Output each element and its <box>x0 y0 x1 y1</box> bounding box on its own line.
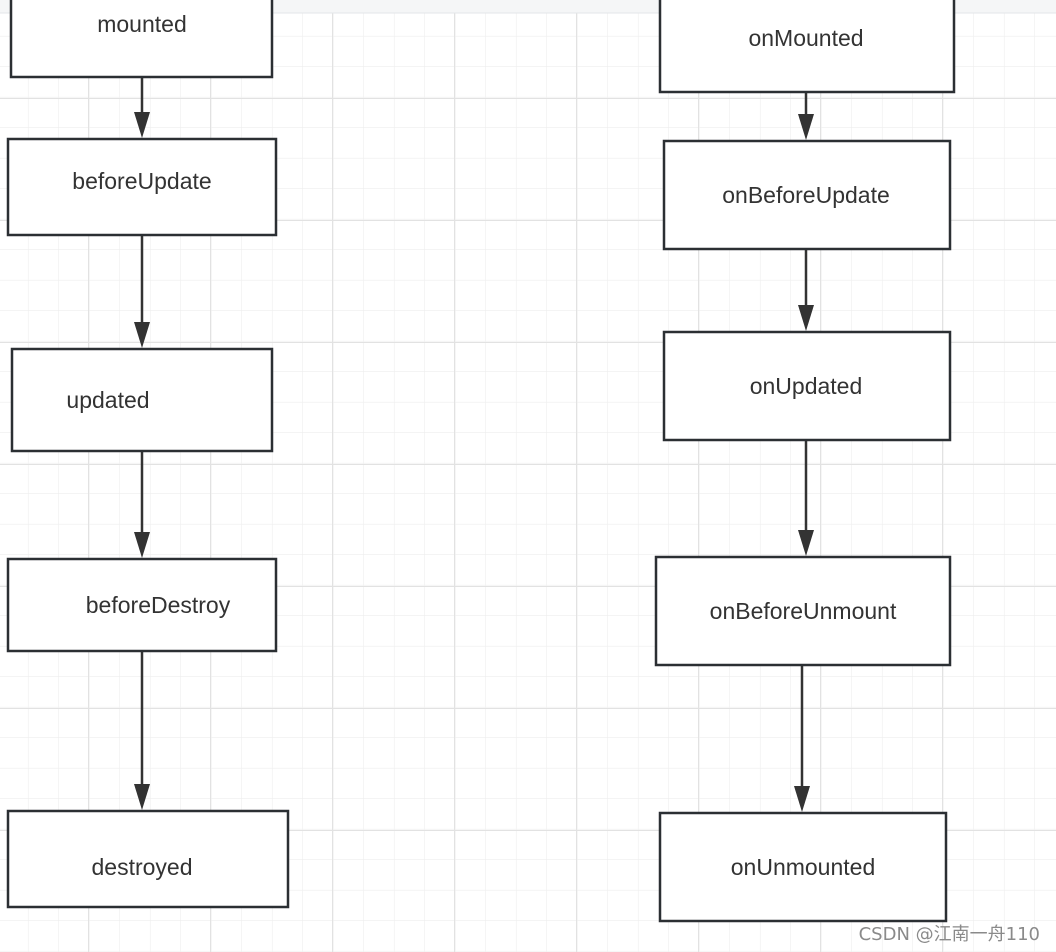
node-onMounted[interactable]: onMounted <box>658 0 956 94</box>
node-label: beforeDestroy <box>86 592 231 618</box>
node-onUpdated[interactable]: onUpdated <box>662 330 952 442</box>
diagram-canvas: mounted beforeUpdate updated beforeDestr… <box>0 0 1056 952</box>
node-label: onBeforeUpdate <box>722 182 890 208</box>
node-label: mounted <box>97 11 187 37</box>
node-onBeforeUpdate[interactable]: onBeforeUpdate <box>662 139 952 251</box>
node-label: destroyed <box>91 854 192 880</box>
node-beforeDestroy[interactable]: beforeDestroy <box>6 557 278 653</box>
node-updated[interactable]: updated <box>10 347 274 453</box>
node-label: onUnmounted <box>731 854 876 880</box>
node-destroyed[interactable]: destroyed <box>6 809 290 909</box>
watermark: CSDN @江南一舟110 <box>859 924 1040 945</box>
node-label: onBeforeUnmount <box>710 598 897 624</box>
node-onUnmounted[interactable]: onUnmounted <box>658 811 948 923</box>
node-mounted[interactable]: mounted <box>9 0 274 79</box>
node-label: beforeUpdate <box>72 168 211 194</box>
node-label: onMounted <box>748 25 863 51</box>
node-label: onUpdated <box>750 373 863 399</box>
node-beforeUpdate[interactable]: beforeUpdate <box>6 137 278 237</box>
node-onBeforeUnmount[interactable]: onBeforeUnmount <box>654 555 952 667</box>
node-label: updated <box>66 387 149 413</box>
